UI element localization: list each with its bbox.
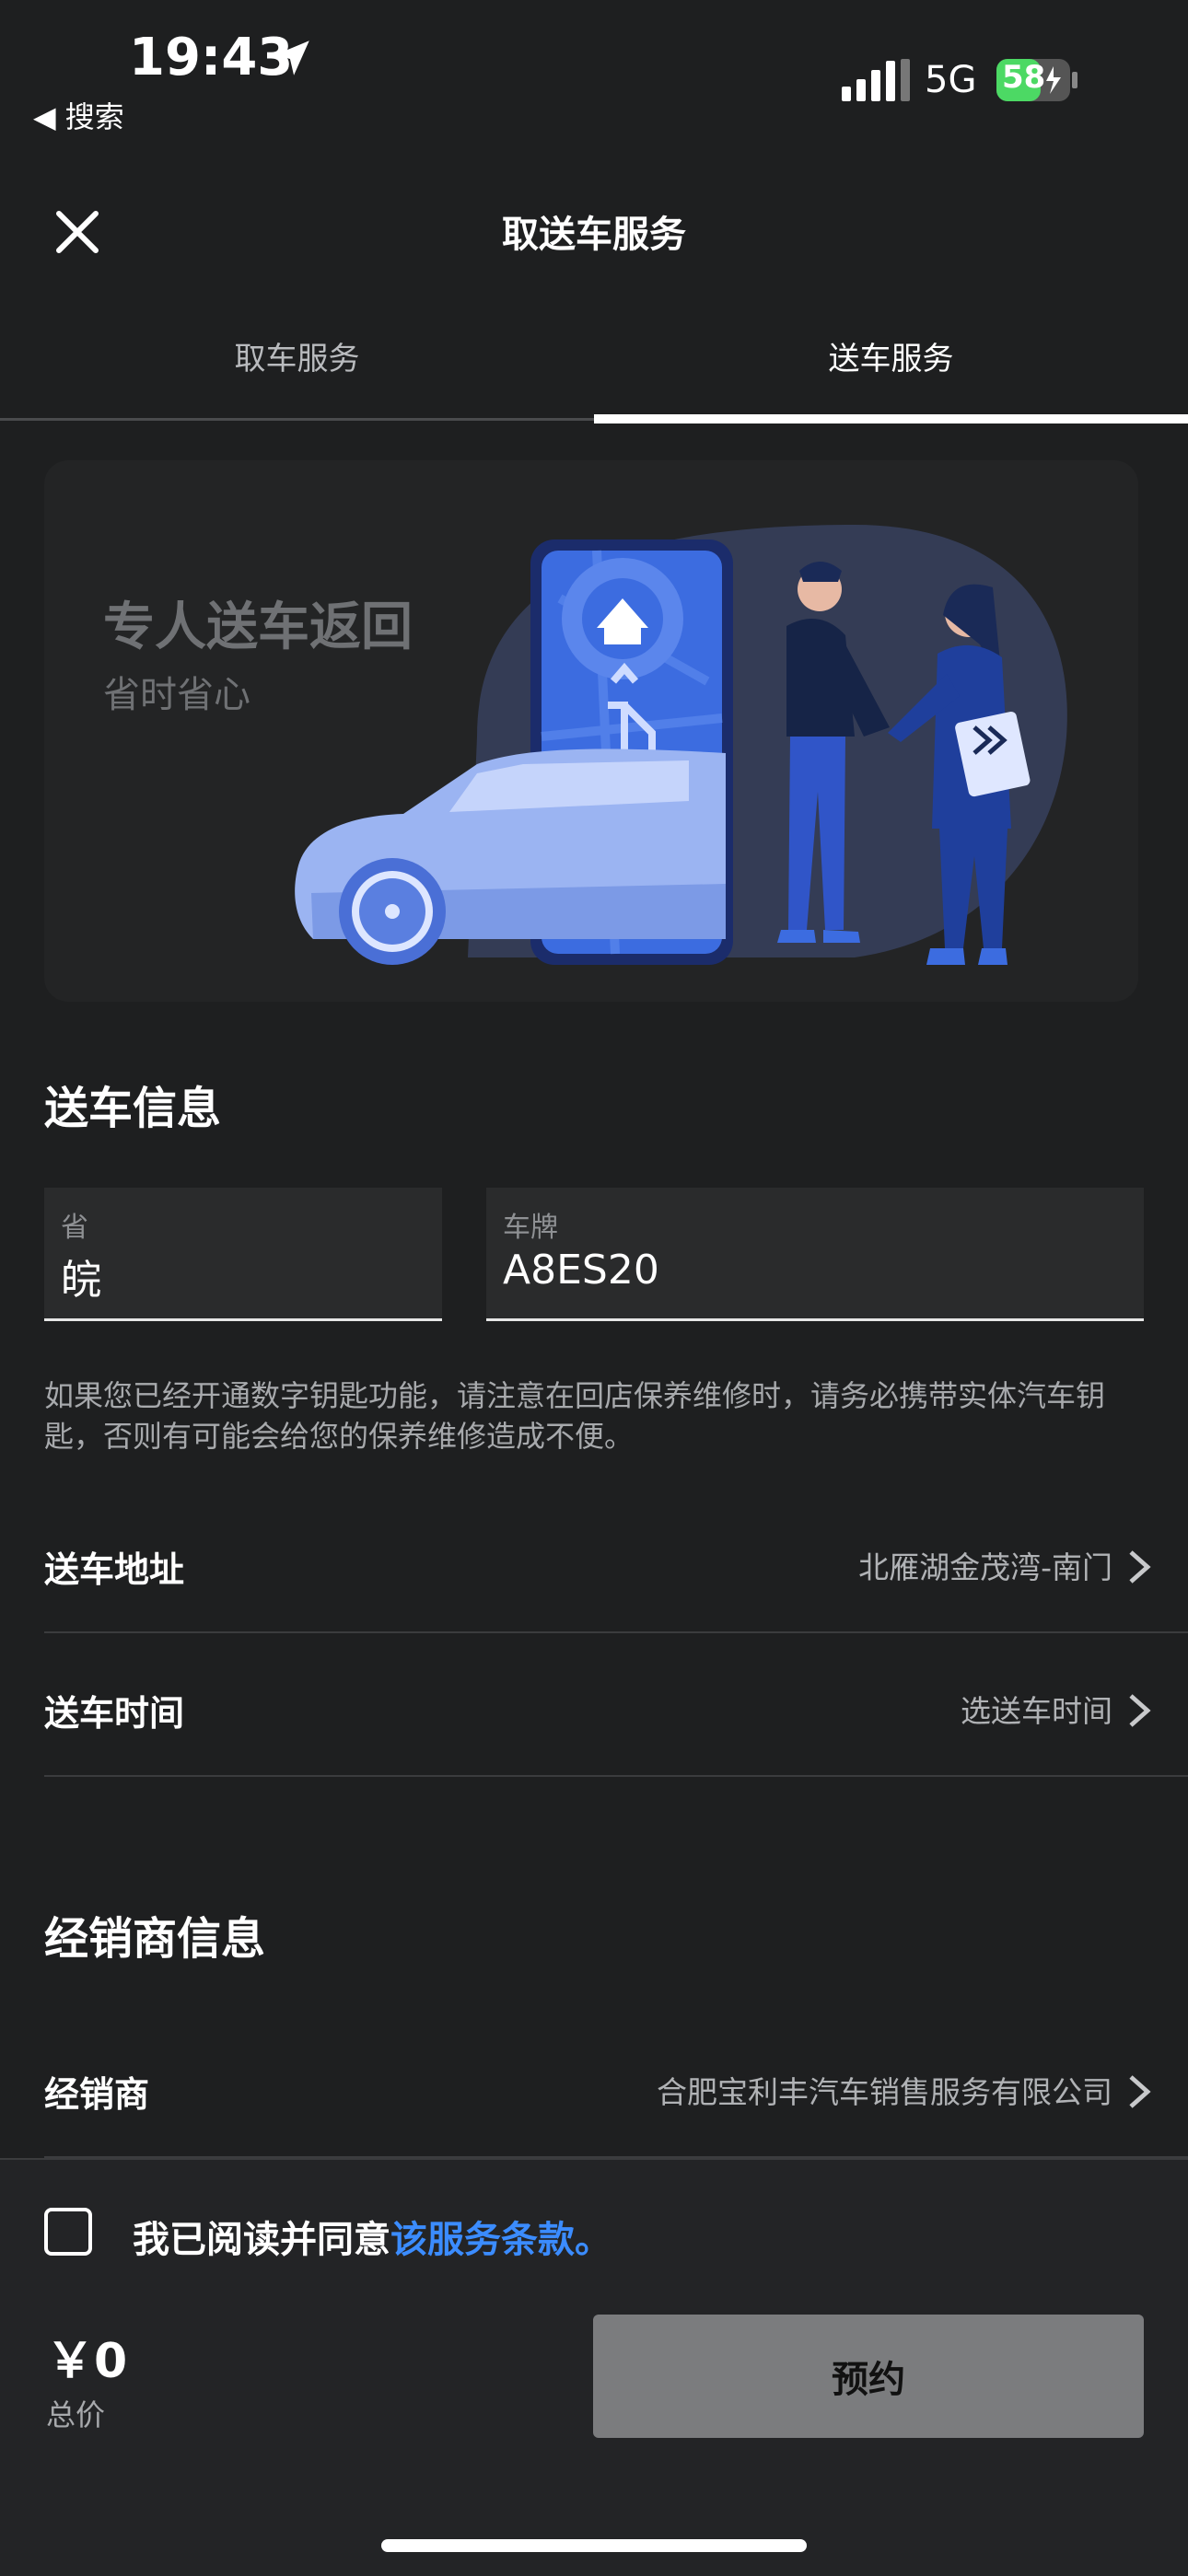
province-field[interactable]: 省 皖: [44, 1188, 442, 1321]
chevron-right-icon: [1129, 1694, 1151, 1727]
digital-key-note: 如果您已经开通数字钥匙功能，请注意在回店保养维修时，请务必携带实体汽车钥匙，否则…: [44, 1378, 1106, 1454]
dealer-label: 经销商: [44, 2074, 150, 2115]
delivery-time-label: 送车时间: [44, 1693, 185, 1734]
tab-delivery[interactable]: 送车服务: [594, 333, 1188, 378]
page-title: 取送车服务: [502, 214, 686, 256]
total-price: ￥0: [46, 2334, 128, 2389]
delivery-time-value: 选送车时间: [961, 1693, 1112, 1729]
dealer-value: 合肥宝利丰汽车销售服务有限公司: [657, 2074, 1112, 2110]
battery-level: 58: [1002, 59, 1046, 96]
banner-subtitle: 省时省心: [103, 674, 250, 716]
plate-label: 车牌: [503, 1212, 558, 1244]
province-value: 皖: [61, 1257, 101, 1304]
delivery-time-row[interactable]: 送车时间 选送车时间: [44, 1637, 1188, 1777]
delivery-address-row[interactable]: 送车地址 北雁湖金茂湾-南门: [44, 1493, 1188, 1633]
back-to-search-link[interactable]: ◀ 搜索: [33, 94, 124, 136]
tab-active-indicator: [594, 414, 1188, 424]
terms-agreement: 我已阅读并同意该服务条款。: [133, 2210, 611, 2263]
total-price-label: 总价: [46, 2397, 106, 2432]
signal-icon: [842, 59, 910, 101]
terms-link[interactable]: 该服务条款。: [390, 2219, 611, 2261]
tab-pickup[interactable]: 取车服务: [0, 333, 594, 378]
network-label: 5G: [925, 59, 977, 101]
chevron-right-icon: [1129, 2075, 1151, 2108]
dealer-info-heading: 经销商信息: [44, 1913, 266, 1965]
terms-checkbox[interactable]: [44, 2208, 92, 2256]
terms-agree-text: 我已阅读并同意: [133, 2219, 390, 2261]
province-label: 省: [61, 1212, 88, 1244]
home-indicator: [381, 2539, 807, 2552]
plate-field[interactable]: 车牌 A8ES20: [486, 1188, 1144, 1321]
delivery-address-value: 北雁湖金茂湾-南门: [858, 1549, 1112, 1585]
delivery-address-label: 送车地址: [44, 1549, 185, 1590]
book-button[interactable]: 预约: [593, 2315, 1144, 2438]
plate-value: A8ES20: [503, 1247, 659, 1294]
delivery-illustration: [295, 525, 1067, 965]
banner: [44, 460, 1138, 1002]
delivery-info-heading: 送车信息: [44, 1083, 222, 1134]
location-arrow-icon: [274, 41, 309, 75]
banner-title: 专人送车返回: [103, 598, 413, 657]
chevron-right-icon: [1129, 1550, 1151, 1584]
dealer-row[interactable]: 经销商 合肥宝利丰汽车销售服务有限公司: [44, 2018, 1188, 2158]
